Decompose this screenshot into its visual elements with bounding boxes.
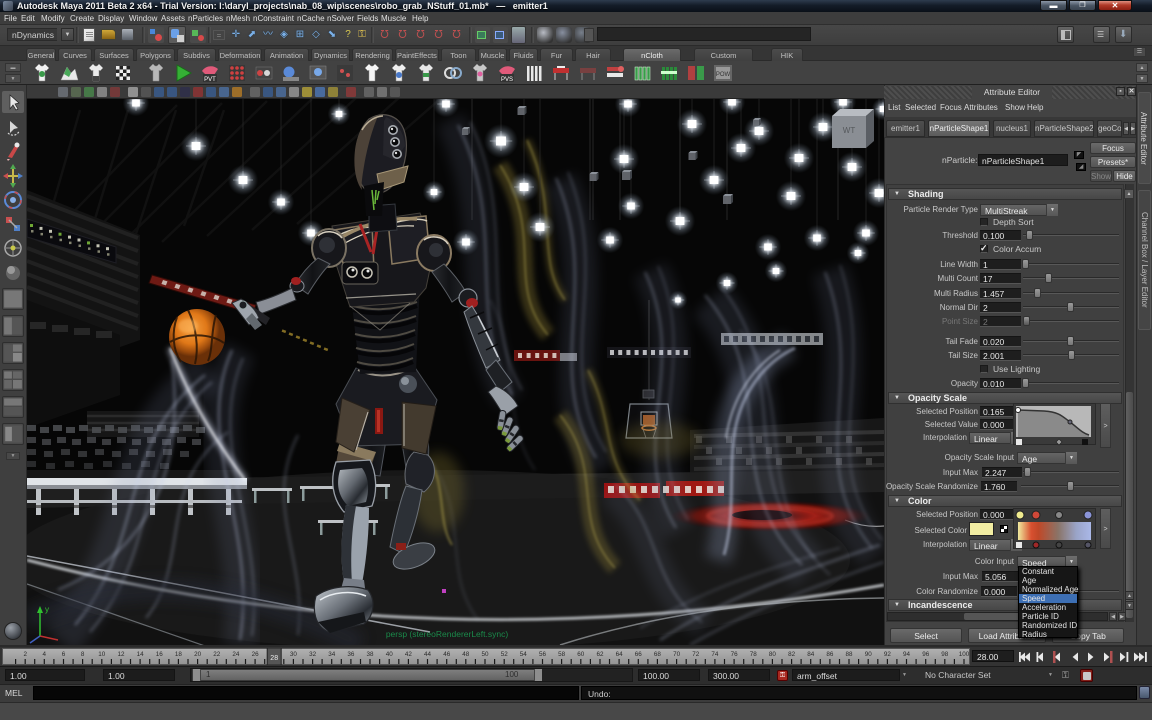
svg-text:30: 30 xyxy=(290,651,298,658)
svg-text:16: 16 xyxy=(156,651,164,658)
svg-text:60: 60 xyxy=(577,651,585,658)
svg-text:32: 32 xyxy=(309,651,317,658)
svg-text:8: 8 xyxy=(81,651,85,658)
svg-text:6: 6 xyxy=(62,651,66,658)
svg-text:48: 48 xyxy=(462,651,470,658)
svg-text:22: 22 xyxy=(213,651,221,658)
svg-text:y: y xyxy=(45,605,49,614)
svg-text:18: 18 xyxy=(175,651,183,658)
svg-text:persp (stereoRendererLeft.sync: persp (stereoRendererLeft.sync) xyxy=(386,629,509,639)
svg-text:50: 50 xyxy=(481,651,489,658)
svg-text:84: 84 xyxy=(807,651,815,658)
svg-text:70: 70 xyxy=(673,651,681,658)
svg-text:58: 58 xyxy=(558,651,566,658)
svg-text:14: 14 xyxy=(137,651,145,658)
svg-text:4: 4 xyxy=(43,651,47,658)
svg-text:36: 36 xyxy=(347,651,355,658)
svg-text:66: 66 xyxy=(635,651,643,658)
svg-text:PVT: PVT xyxy=(204,77,216,83)
svg-text:76: 76 xyxy=(731,651,739,658)
svg-text:64: 64 xyxy=(616,651,624,658)
svg-text:26: 26 xyxy=(252,651,260,658)
svg-text:78: 78 xyxy=(750,651,758,658)
svg-text:54: 54 xyxy=(520,651,528,658)
svg-text:46: 46 xyxy=(443,651,451,658)
svg-text:WT: WT xyxy=(843,126,856,135)
svg-text:80: 80 xyxy=(769,651,777,658)
svg-text:PVS: PVS xyxy=(501,77,513,83)
svg-text:100: 100 xyxy=(959,651,970,658)
svg-text:72: 72 xyxy=(692,651,700,658)
svg-text:68: 68 xyxy=(654,651,662,658)
svg-text:44: 44 xyxy=(424,651,432,658)
svg-text:86: 86 xyxy=(826,651,834,658)
svg-text:82: 82 xyxy=(788,651,796,658)
svg-text:10: 10 xyxy=(98,651,106,658)
svg-text:12: 12 xyxy=(117,651,125,658)
svg-text:96: 96 xyxy=(922,651,930,658)
svg-text:20: 20 xyxy=(194,651,202,658)
svg-text:42: 42 xyxy=(405,651,413,658)
svg-text:38: 38 xyxy=(366,651,374,658)
svg-text:94: 94 xyxy=(903,651,911,658)
svg-text:2: 2 xyxy=(23,651,27,658)
svg-text:34: 34 xyxy=(328,651,336,658)
svg-text:88: 88 xyxy=(845,651,853,658)
svg-text:24: 24 xyxy=(232,651,240,658)
svg-text:90: 90 xyxy=(865,651,873,658)
svg-text:28: 28 xyxy=(270,655,278,662)
svg-text:62: 62 xyxy=(596,651,604,658)
svg-text:POW: POW xyxy=(716,72,731,78)
svg-text:74: 74 xyxy=(711,651,719,658)
svg-text:92: 92 xyxy=(884,651,892,658)
svg-text:52: 52 xyxy=(501,651,509,658)
svg-text:98: 98 xyxy=(941,651,949,658)
svg-text:40: 40 xyxy=(386,651,394,658)
svg-text:56: 56 xyxy=(539,651,547,658)
